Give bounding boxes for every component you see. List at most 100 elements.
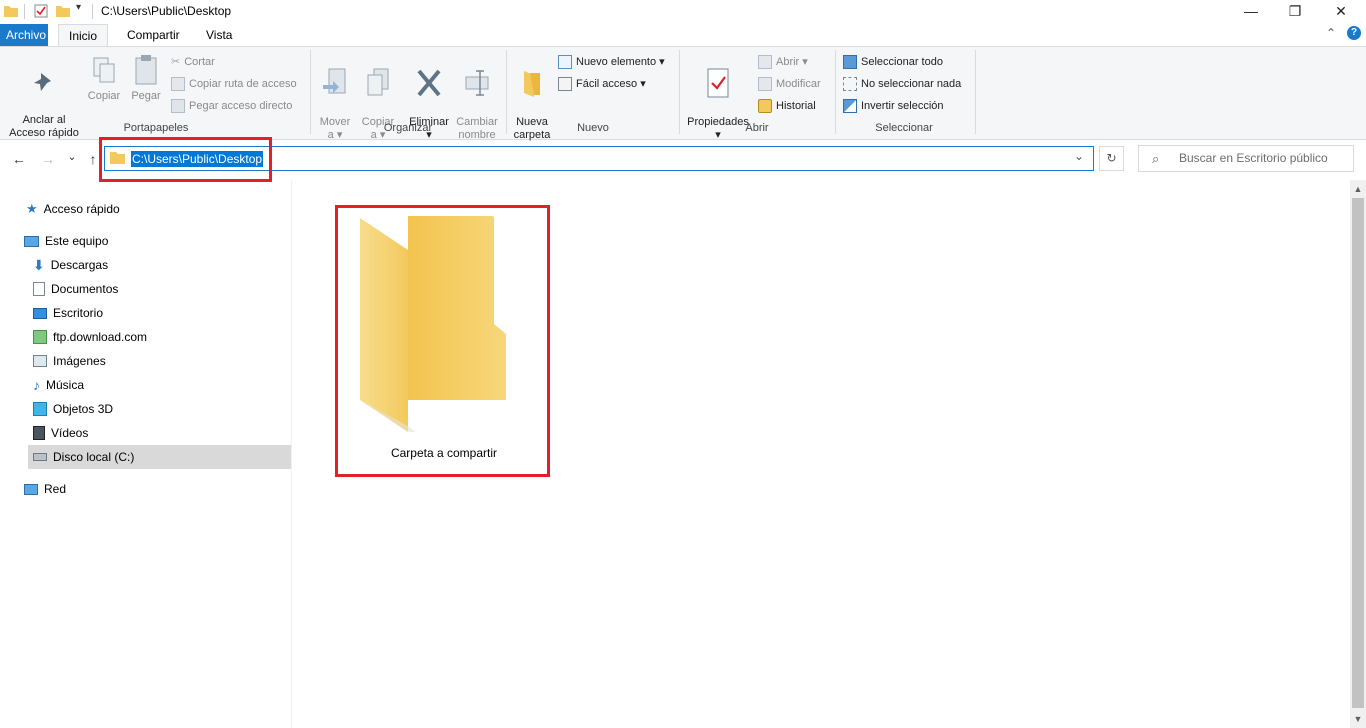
nav-item-desktop[interactable]: Escritorio: [33, 301, 103, 325]
nav-item-videos[interactable]: Vídeos: [33, 421, 88, 445]
star-icon: ★: [26, 201, 38, 216]
film-icon: [33, 426, 45, 440]
group-separator: [310, 50, 311, 134]
select-none-label: No seleccionar nada: [861, 78, 962, 90]
paste-button[interactable]: Pegar: [127, 54, 165, 103]
nav-item-this-pc[interactable]: Este equipo: [24, 229, 108, 253]
easy-access-button[interactable]: Fácil acceso ▾: [558, 74, 646, 94]
pane-divider: [291, 180, 292, 728]
paste-label: Pegar: [131, 90, 161, 102]
nav-item-downloads[interactable]: ⬇ Descargas: [33, 253, 108, 277]
close-button[interactable]: ✕: [1318, 0, 1364, 24]
help-icon[interactable]: ?: [1347, 26, 1361, 40]
select-all-icon: [843, 55, 857, 69]
copy-to-icon: [367, 68, 389, 96]
pin-icon: [34, 73, 51, 91]
forward-button[interactable]: →: [39, 150, 57, 168]
invert-selection-button[interactable]: Invertir selección: [843, 96, 944, 116]
open-icon: [758, 55, 772, 69]
paste-shortcut-icon: [171, 99, 185, 113]
address-dropdown-icon[interactable]: ⌄: [1074, 149, 1084, 163]
nav-item-documents[interactable]: Documentos: [33, 277, 118, 301]
rename-icon: [465, 70, 489, 96]
copy-path-button[interactable]: Copiar ruta de acceso: [171, 74, 297, 94]
nav-item-ftp[interactable]: ftp.download.com: [33, 325, 147, 349]
nav-item-quick-access[interactable]: ★ Acceso rápido: [26, 197, 120, 221]
copy-label: Copiar: [87, 90, 121, 102]
paste-shortcut-button[interactable]: Pegar acceso directo: [171, 96, 292, 116]
open-label: Abrir ▾: [776, 56, 808, 68]
edit-label: Modificar: [776, 78, 821, 90]
nav-item-pictures[interactable]: Imágenes: [33, 349, 106, 373]
easy-access-label: Fácil acceso ▾: [576, 78, 646, 90]
new-folder-icon[interactable]: [56, 4, 70, 18]
desktop-icon: [33, 307, 47, 319]
computer-icon: [24, 235, 39, 247]
tab-archivo[interactable]: Archivo: [0, 24, 48, 46]
properties-icon[interactable]: [34, 4, 48, 18]
recent-locations-button[interactable]: ⌄: [63, 148, 81, 166]
highlight-box-address: [99, 137, 272, 182]
group-separator: [506, 50, 507, 134]
copy-button[interactable]: Copiar: [84, 56, 124, 103]
nav-label: Red: [44, 482, 67, 496]
open-button[interactable]: Abrir ▾: [758, 52, 808, 72]
select-all-label: Seleccionar todo: [861, 56, 943, 68]
copy-path-label: Copiar ruta de acceso: [189, 78, 297, 90]
folder-icon: [4, 6, 18, 17]
nav-label: Documentos: [51, 282, 119, 296]
nav-item-music[interactable]: ♪ Música: [33, 373, 84, 397]
scrollbar-thumb[interactable]: [1352, 198, 1364, 708]
cube-icon: [33, 402, 47, 416]
customize-quick-access-icon[interactable]: ▾: [76, 2, 81, 13]
search-icon: ⌕: [1152, 151, 1160, 166]
nav-label: Escritorio: [53, 306, 104, 320]
tab-compartir[interactable]: Compartir: [117, 24, 190, 46]
history-icon: [758, 99, 772, 113]
group-label-abrir: Abrir: [745, 122, 769, 134]
network-location-icon: [33, 330, 47, 344]
history-button[interactable]: Historial: [758, 96, 816, 116]
paste-icon: [135, 55, 157, 85]
group-label-nuevo: Nuevo: [577, 122, 609, 134]
tab-inicio[interactable]: Inicio: [58, 24, 109, 47]
nav-item-local-disk[interactable]: Disco local (C:): [33, 445, 134, 469]
collapse-ribbon-icon[interactable]: ⌃: [1326, 26, 1336, 40]
edit-icon: [758, 77, 772, 91]
new-item-button[interactable]: Nuevo elemento ▾: [558, 52, 665, 72]
invert-selection-icon: [843, 99, 857, 113]
select-all-button[interactable]: Seleccionar todo: [843, 52, 943, 72]
nav-label: ftp.download.com: [53, 330, 148, 344]
nav-item-3d-objects[interactable]: Objetos 3D: [33, 397, 113, 421]
history-label: Historial: [776, 100, 816, 112]
nav-label: Acceso rápido: [43, 202, 120, 216]
drive-icon: [33, 453, 47, 461]
nav-label: Este equipo: [45, 234, 109, 248]
cut-button[interactable]: ✂ Cortar: [171, 52, 215, 72]
tab-vista[interactable]: Vista: [196, 24, 242, 46]
separator: [24, 4, 25, 19]
restore-button[interactable]: ❐: [1272, 0, 1318, 24]
nav-label: Imágenes: [53, 354, 106, 368]
minimize-button[interactable]: —: [1228, 0, 1274, 24]
cut-label: Cortar: [184, 56, 215, 68]
new-item-label: Nuevo elemento ▾: [576, 56, 665, 68]
select-none-button[interactable]: No seleccionar nada: [843, 74, 961, 94]
refresh-button[interactable]: ↻: [1099, 146, 1124, 171]
easy-access-icon: [558, 77, 572, 91]
edit-button[interactable]: Modificar: [758, 74, 821, 94]
nav-label: Disco local (C:): [53, 450, 135, 464]
document-icon: [33, 282, 45, 296]
nav-label: Música: [46, 378, 85, 392]
nav-label: Objetos 3D: [53, 402, 114, 416]
scroll-down-icon[interactable]: ▼: [1350, 711, 1366, 727]
delete-x-icon: [417, 69, 441, 97]
new-item-icon: [558, 55, 572, 69]
network-icon: [24, 483, 38, 495]
scroll-up-icon[interactable]: ▲: [1350, 181, 1366, 197]
nav-item-network[interactable]: Red: [24, 477, 66, 501]
back-button[interactable]: ←: [10, 150, 28, 168]
separator: [92, 4, 93, 19]
search-input[interactable]: Buscar en Escritorio público: [1138, 145, 1354, 172]
nav-label: Vídeos: [51, 426, 89, 440]
